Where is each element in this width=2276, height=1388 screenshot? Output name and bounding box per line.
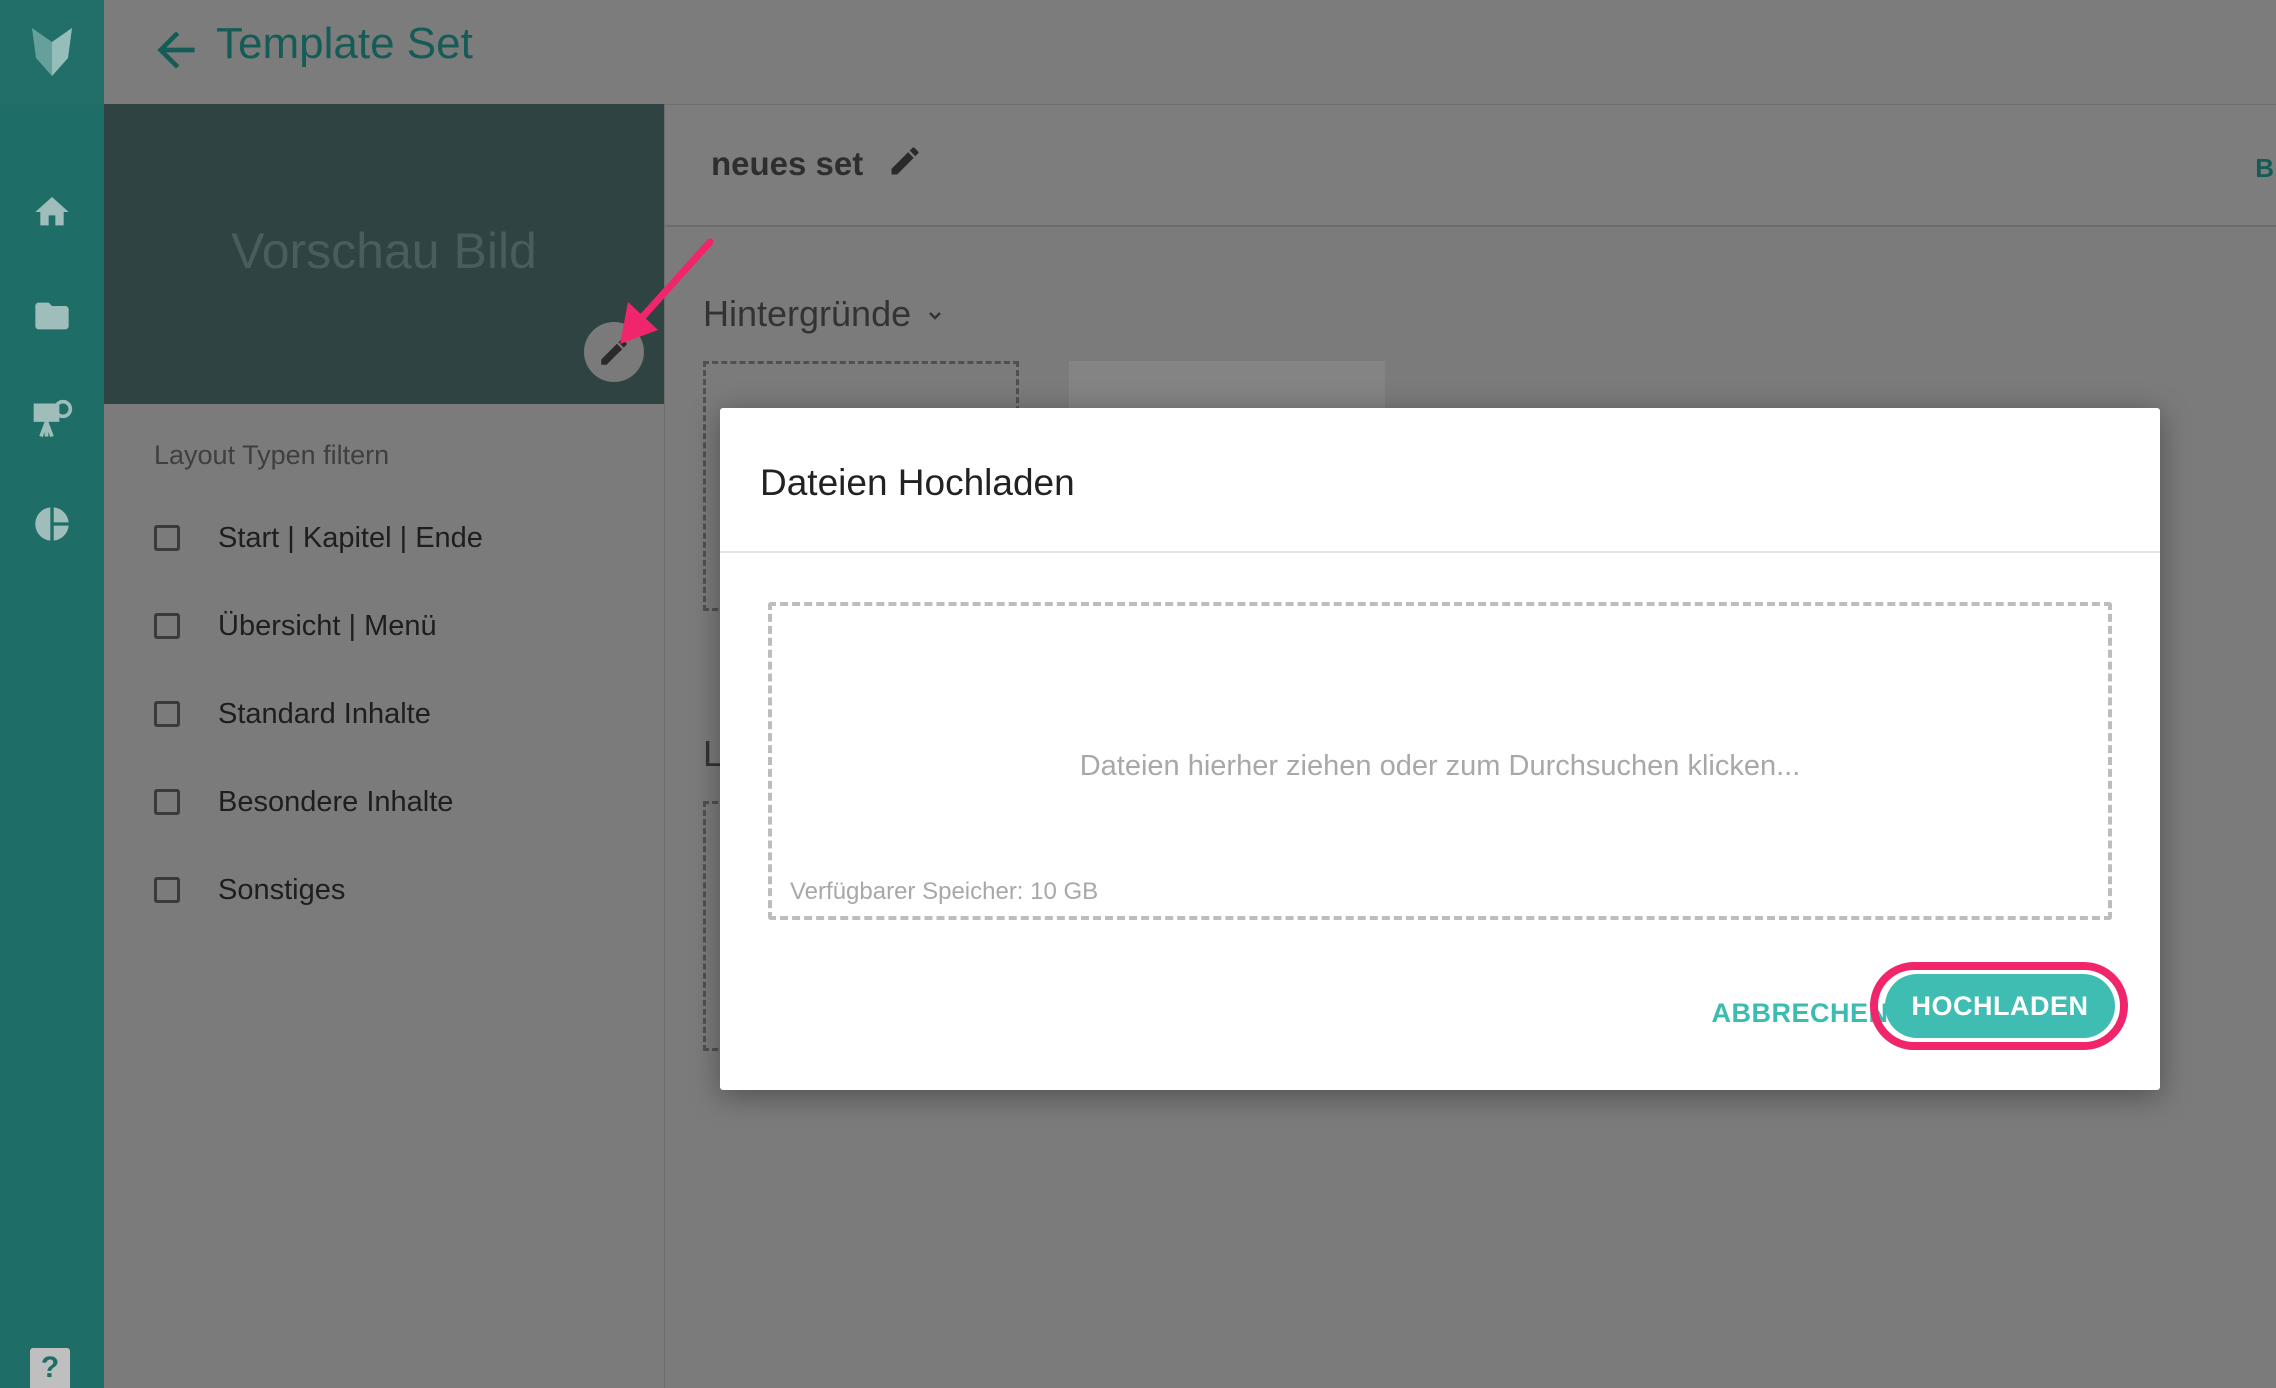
help-icon[interactable]: ? bbox=[30, 1348, 70, 1388]
set-header: neues set B bbox=[665, 105, 2276, 227]
filter-checkbox[interactable] bbox=[154, 525, 180, 551]
fox-logo-icon[interactable] bbox=[0, 0, 104, 104]
filter-checkbox[interactable] bbox=[154, 877, 180, 903]
upload-button[interactable]: HOCHLADEN bbox=[1885, 974, 2115, 1038]
left-panel: Vorschau Bild Layout Typen filtern Start… bbox=[104, 104, 665, 1388]
folder-icon[interactable] bbox=[26, 290, 78, 342]
home-icon[interactable] bbox=[26, 186, 78, 238]
filter-item[interactable]: Standard Inhalte bbox=[154, 692, 431, 736]
section-title-backgrounds[interactable]: Hintergründe bbox=[703, 293, 911, 335]
filter-item[interactable]: Besondere Inhalte bbox=[154, 780, 453, 824]
filter-title: Layout Typen filtern bbox=[154, 440, 390, 470]
filter-checkbox[interactable] bbox=[154, 613, 180, 639]
filter-label: Übersicht | Menü bbox=[218, 609, 437, 642]
app-root: ? Template Set Vorschau Bild Layout Type… bbox=[0, 0, 2276, 1388]
filter-item[interactable]: Start | Kapitel | Ende bbox=[154, 516, 483, 560]
presentation-icon[interactable] bbox=[26, 394, 78, 446]
set-name: neues set bbox=[711, 145, 864, 182]
filter-label: Besondere Inhalte bbox=[218, 785, 454, 818]
header-action-button[interactable]: B bbox=[2255, 153, 2274, 184]
filter-checkbox[interactable] bbox=[154, 789, 180, 815]
filter-checkbox[interactable] bbox=[154, 701, 180, 727]
dialog-divider bbox=[720, 551, 2160, 553]
storage-info: Verfügbarer Speicher: 10 GB bbox=[790, 878, 1099, 905]
preview-label: Vorschau Bild bbox=[231, 223, 537, 279]
pencil-icon[interactable] bbox=[887, 143, 927, 183]
annotation-arrow-icon bbox=[620, 238, 714, 344]
filter-label: Sonstiges bbox=[218, 873, 346, 906]
filter-item[interactable]: Sonstiges bbox=[154, 868, 345, 912]
pie-chart-icon[interactable] bbox=[26, 498, 78, 550]
top-app-bar: Template Set bbox=[104, 0, 2276, 105]
dialog-title: Dateien Hochladen bbox=[760, 462, 1075, 503]
filter-label: Standard Inhalte bbox=[218, 697, 431, 730]
filter-label: Start | Kapitel | Ende bbox=[218, 521, 483, 554]
arrow-left-icon[interactable] bbox=[148, 22, 204, 78]
nav-rail: ? bbox=[0, 0, 104, 1388]
chevron-down-icon[interactable] bbox=[923, 303, 947, 327]
file-dropzone[interactable]: Dateien hierher ziehen oder zum Durchsuc… bbox=[768, 602, 2112, 920]
dropzone-text: Dateien hierher ziehen oder zum Durchsuc… bbox=[1079, 750, 1801, 782]
page-title: Template Set bbox=[216, 19, 473, 68]
filter-item[interactable]: Übersicht | Menü bbox=[154, 604, 437, 648]
preview-image-area: Vorschau Bild bbox=[104, 104, 664, 404]
upload-dialog: Dateien Hochladen Dateien hierher ziehen… bbox=[720, 408, 2160, 1090]
